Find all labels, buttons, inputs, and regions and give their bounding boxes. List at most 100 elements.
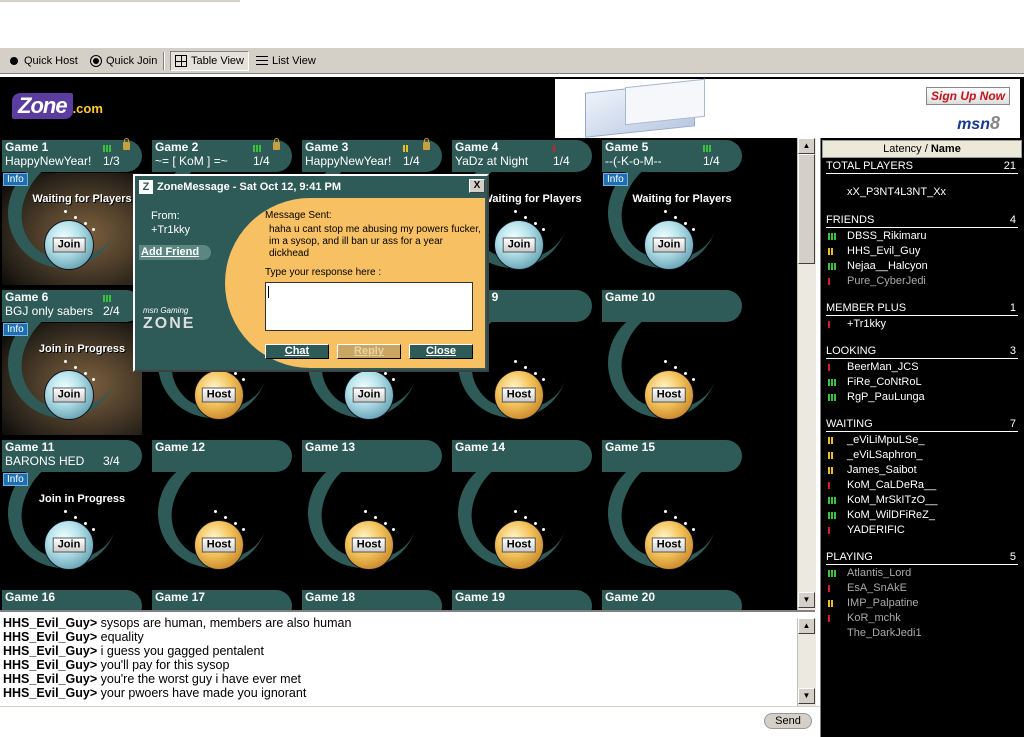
host-button[interactable]: Host — [494, 520, 544, 570]
game-table: Game 16 — [0, 588, 150, 610]
game-area-scrollbar[interactable]: ▲ ▼ — [797, 138, 816, 610]
list-view-button[interactable]: List View — [252, 51, 320, 71]
latency-icon — [828, 263, 837, 270]
section-count: 21 — [1003, 160, 1016, 172]
join-button[interactable]: Join — [44, 220, 94, 270]
info-button[interactable]: Info — [3, 173, 28, 186]
section-total-players[interactable]: TOTAL PLAYERS 21 — [826, 160, 1018, 174]
chat-text: your pwoers have made you ignorant — [97, 686, 307, 700]
action-label: Host — [201, 387, 237, 403]
player-row[interactable]: KoM_MrSkITzO__ — [826, 494, 1018, 509]
scroll-thumb[interactable] — [798, 154, 815, 264]
chat-scroll-down-button[interactable]: ▼ — [798, 688, 815, 704]
add-friend-button[interactable]: Add Friend — [139, 245, 211, 260]
chat-nick: HHS_Evil_Guy> — [3, 630, 98, 644]
section-waiting[interactable]: WAITING 7 — [826, 418, 1018, 432]
player-row[interactable]: EsA_SnAkE — [826, 582, 1018, 597]
quick-host-button[interactable]: Quick Host — [4, 51, 82, 71]
quick-join-button[interactable]: Quick Join — [86, 51, 161, 71]
player-name: The_DarkJedi1 — [847, 627, 922, 639]
scroll-down-button[interactable]: ▼ — [798, 592, 815, 608]
host-button[interactable]: Host — [344, 520, 394, 570]
player-list-header[interactable]: Latency / Name — [822, 140, 1022, 158]
player-row[interactable]: RgP_PauLunga — [826, 391, 1018, 406]
latency-icon — [403, 143, 415, 152]
player-row[interactable]: _eViLSaphron_ — [826, 449, 1018, 464]
player-name: FiRe_CoNtRoL — [847, 376, 922, 388]
section-playing[interactable]: PLAYING 5 — [826, 551, 1018, 565]
chat-nick: HHS_Evil_Guy> — [3, 658, 98, 672]
player-row[interactable]: +Tr1kky — [826, 318, 1018, 333]
game-title: Game 13 — [305, 440, 356, 454]
player-row[interactable]: James_Saibot — [826, 464, 1018, 479]
chat-scroll-up-button[interactable]: ▲ — [798, 618, 815, 634]
chat-log[interactable]: HHS_Evil_Guy> sysops are human, members … — [0, 610, 815, 706]
latency-icon — [828, 527, 831, 534]
chat-nick: HHS_Evil_Guy> — [3, 644, 98, 658]
join-button[interactable]: Join — [644, 220, 694, 270]
lock-icon — [423, 138, 430, 150]
latency-icon — [828, 497, 837, 504]
player-row[interactable]: Atlantis_Lord — [826, 567, 1018, 582]
zone-logo[interactable]: Zone .com — [12, 93, 103, 123]
table-view-button[interactable]: Table View — [170, 51, 249, 71]
logo-big-text: ZONE — [143, 315, 196, 332]
join-button[interactable]: Join — [44, 520, 94, 570]
game-table: Game 1 HappyNewYear! 1/3 Info Waiting for Pl… — [0, 138, 150, 288]
chat-scrollbar[interactable]: ▲ ▼ — [797, 618, 816, 706]
response-input[interactable] — [265, 282, 473, 331]
player-row[interactable]: HHS_Evil_Guy — [826, 245, 1018, 260]
join-button[interactable]: Join — [44, 370, 94, 420]
game-host-name: HappyNewYear! — [5, 154, 92, 168]
host-button[interactable]: Host — [194, 520, 244, 570]
player-row[interactable]: Nejaa__Halcyon — [826, 260, 1018, 275]
player-row[interactable]: KoR_mchk — [826, 612, 1018, 627]
dialog-title-bar[interactable]: Z ZoneMessage - Sat Oct 12, 9:41 PM — [137, 178, 485, 196]
player-row[interactable]: BeerMan_JCS — [826, 361, 1018, 376]
info-button[interactable]: Info — [603, 173, 628, 186]
toolbar: Quick Host Quick Join Table View List Vi… — [0, 48, 1024, 74]
latency-icon — [103, 143, 115, 152]
section-member-plus[interactable]: MEMBER PLUS 1 — [826, 302, 1018, 316]
host-button[interactable]: Host — [644, 370, 694, 420]
ad-banner[interactable]: Sign Up Now msn8 — [555, 78, 1020, 138]
dialog-close-icon[interactable]: X — [469, 179, 485, 193]
player-row[interactable]: _eViLiMpuLSe_ — [826, 434, 1018, 449]
player-row[interactable]: KoM_CaLDeRa__ — [826, 479, 1018, 494]
player-row[interactable]: The_DarkJedi1 — [826, 627, 1018, 642]
ad-signup-button[interactable]: Sign Up Now — [926, 87, 1010, 105]
player-row[interactable]: YADERIFIC — [826, 524, 1018, 539]
reply-button[interactable]: Reply — [337, 344, 401, 359]
host-button[interactable]: Host — [494, 370, 544, 420]
player-row[interactable]: Pure_CyberJedi — [826, 275, 1018, 290]
action-label: Host — [201, 537, 237, 553]
zone-logo-text: Zone — [12, 93, 73, 119]
latency-icon — [828, 364, 831, 371]
info-button[interactable]: Info — [3, 323, 28, 336]
chat-button[interactable]: Chat — [265, 344, 329, 359]
message-text: haha u cant stop me abusing my powers fu… — [269, 224, 481, 259]
player-row[interactable]: IMP_Palpatine — [826, 597, 1018, 612]
section-looking[interactable]: LOOKING 3 — [826, 345, 1018, 359]
player-row[interactable]: xX_P3NT4L3NT_Xx — [826, 186, 1018, 201]
player-row[interactable]: KoM_WilDFiReZ_ — [826, 509, 1018, 524]
close-button[interactable]: Close — [409, 344, 473, 359]
send-button[interactable]: Send — [764, 713, 812, 729]
player-name: James_Saibot — [847, 464, 917, 476]
game-host-name: --(-K-o-M-- — [605, 154, 662, 168]
player-row[interactable]: DBSS_Rikimaru — [826, 230, 1018, 245]
join-button[interactable]: Join — [494, 220, 544, 270]
scroll-up-button[interactable]: ▲ — [798, 138, 815, 154]
chat-line: HHS_Evil_Guy> i guess you gagged pentale… — [3, 644, 793, 658]
player-name: RgP_PauLunga — [847, 391, 925, 403]
host-button[interactable]: Host — [644, 520, 694, 570]
latency-icon — [828, 482, 831, 489]
section-friends[interactable]: FRIENDS 4 — [826, 214, 1018, 228]
game-title: Game 3 — [305, 140, 349, 154]
info-button[interactable]: Info — [3, 473, 28, 486]
latency-icon — [828, 570, 837, 577]
player-row[interactable]: FiRe_CoNtRoL — [826, 376, 1018, 391]
host-button[interactable]: Host — [194, 370, 244, 420]
join-button[interactable]: Join — [344, 370, 394, 420]
chat-input[interactable] — [0, 706, 820, 737]
